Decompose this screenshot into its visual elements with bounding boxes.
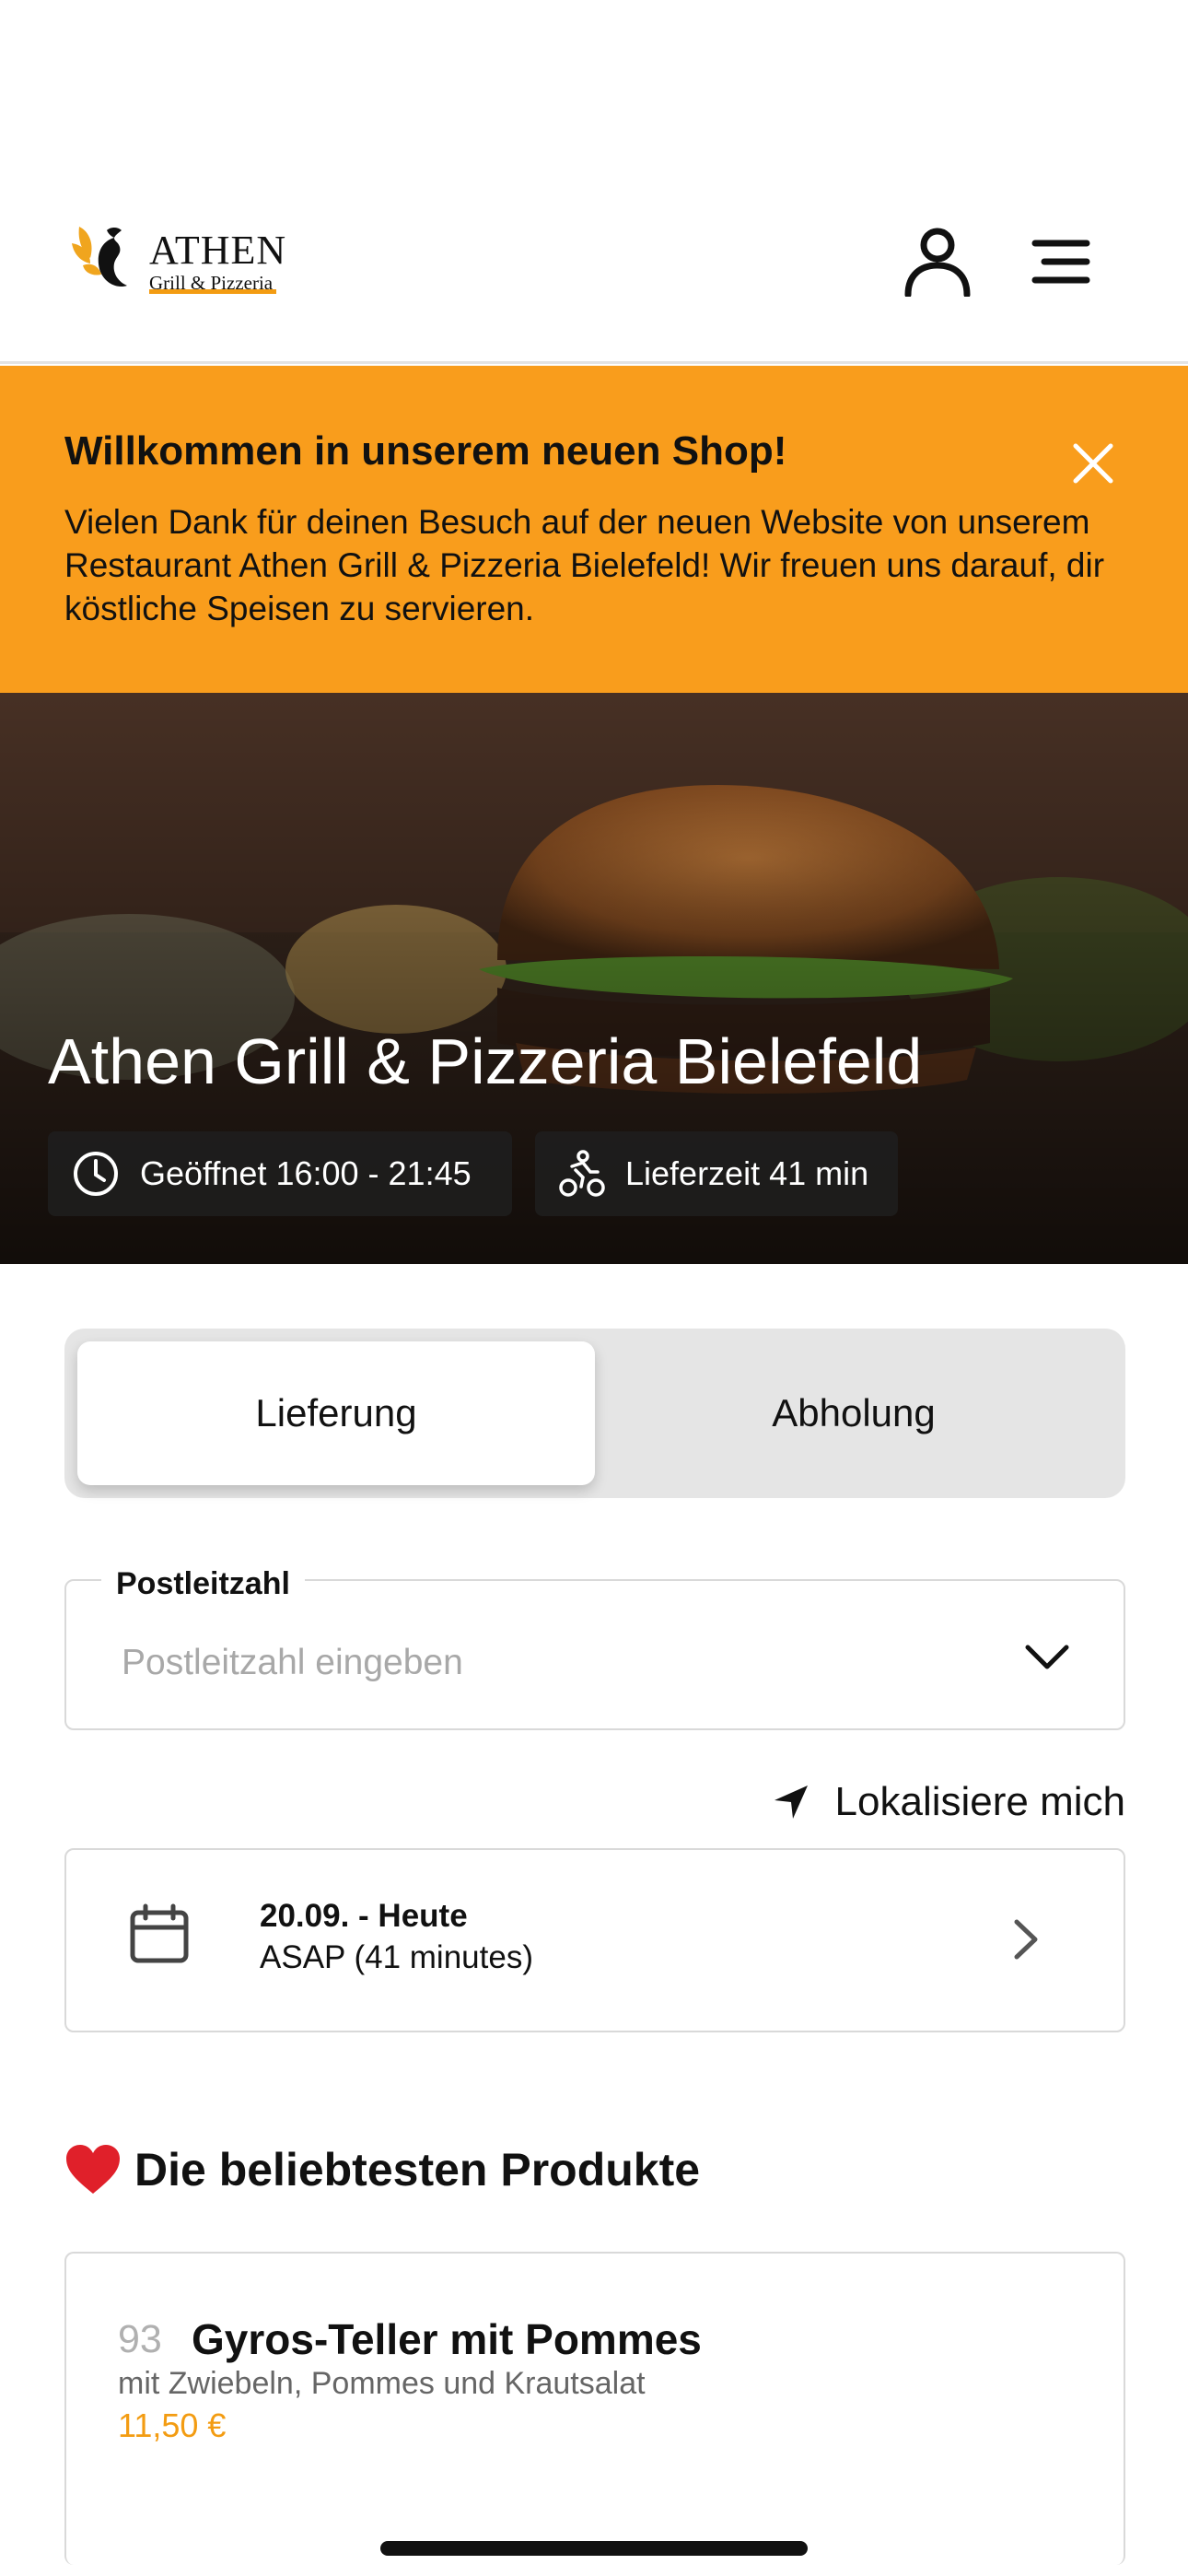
hamburger-menu-icon[interactable] — [1030, 238, 1096, 286]
home-indicator[interactable] — [380, 2541, 808, 2556]
locate-me-button[interactable]: Lokalisiere mich — [753, 1774, 1125, 1830]
clock-icon — [74, 1152, 118, 1196]
close-icon[interactable] — [1070, 440, 1116, 486]
delivery-time-text: Lieferzeit 41 min — [625, 1154, 869, 1192]
selected-date: 20.09. - Heute — [260, 1898, 468, 1934]
postal-code-label: Postleitzahl — [101, 1566, 305, 1602]
banner-title: Willkommen in unserem neuen Shop! — [64, 428, 787, 474]
logo-title: ATHEN — [149, 228, 287, 273]
delivery-time-selector[interactable] — [64, 1848, 1125, 2032]
chevron-down-icon[interactable] — [1024, 1644, 1070, 1671]
tab-pickup[interactable]: Abholung — [595, 1341, 1112, 1485]
bicycle-courier-icon — [559, 1150, 605, 1197]
product-price: 11,50 € — [118, 2406, 227, 2444]
restaurant-name: Athen Grill & Pizzeria Bielefeld — [48, 1025, 923, 1097]
location-arrow-icon — [774, 1786, 808, 1819]
selected-time: ASAP (41 minutes) — [260, 1939, 533, 1975]
chevron-right-icon[interactable] — [1009, 1916, 1042, 1962]
popular-products-title: Die beliebtesten Produkte — [134, 2144, 701, 2195]
postal-code-input[interactable] — [122, 1631, 950, 1695]
restaurant-logo[interactable]: ATHEN Grill & Pizzeria — [70, 221, 285, 304]
order-mode-toggle: Lieferung Abholung — [64, 1329, 1125, 1498]
user-icon[interactable] — [903, 227, 973, 299]
heart-icon — [66, 2145, 120, 2194]
locate-me-label: Lokalisiere mich — [834, 1779, 1125, 1824]
opening-hours-text: Geöffnet 16:00 - 21:45 — [140, 1154, 472, 1192]
tab-delivery[interactable]: Lieferung — [77, 1341, 595, 1485]
app-header — [0, 0, 1188, 364]
calendar-icon — [129, 1903, 190, 1964]
product-name[interactable]: Gyros-Teller mit Pommes — [192, 2314, 702, 2364]
popular-products-heading: Die beliebtesten Produkte — [64, 2143, 700, 2196]
delivery-time-chip: Lieferzeit 41 min — [535, 1131, 898, 1216]
product-number: 93 — [118, 2317, 162, 2361]
product-description: mit Zwiebeln, Pommes und Krautsalat — [118, 2366, 646, 2401]
logo-emblem-icon — [72, 227, 127, 287]
banner-text: Vielen Dank für deinen Besuch auf der ne… — [64, 503, 1105, 627]
opening-hours-chip: Geöffnet 16:00 - 21:45 — [48, 1131, 512, 1216]
logo-underline — [149, 289, 276, 294]
